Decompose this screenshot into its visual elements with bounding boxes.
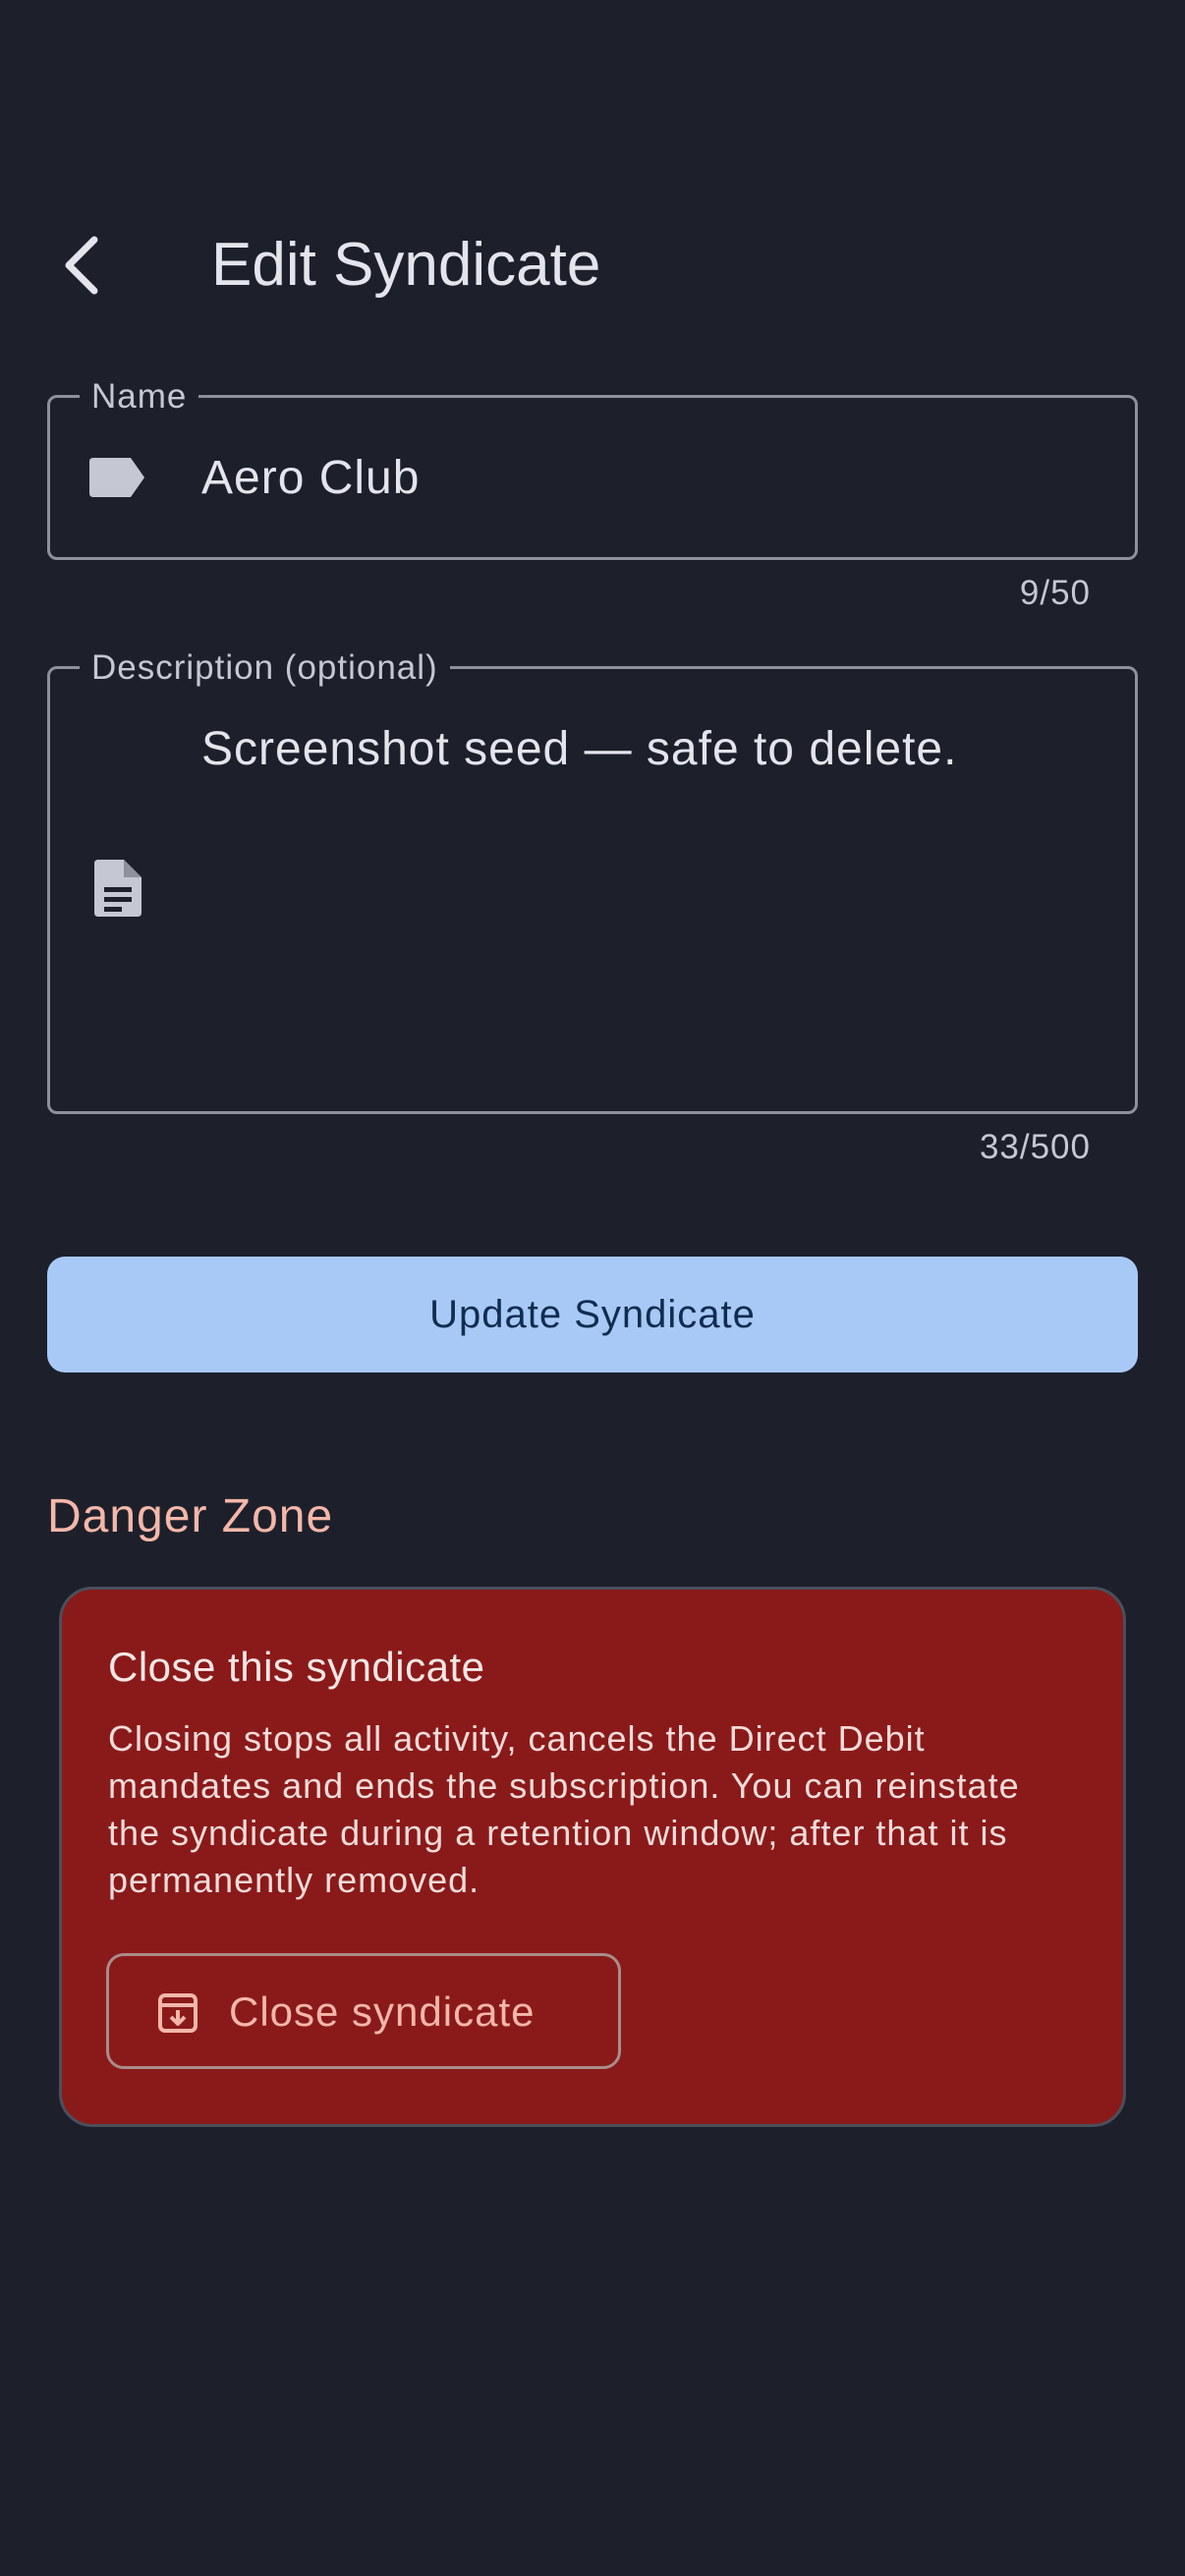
name-input[interactable] — [201, 449, 1105, 508]
update-syndicate-button[interactable]: Update Syndicate — [47, 1257, 1138, 1372]
danger-card-title: Close this syndicate — [108, 1644, 485, 1690]
archive-icon — [156, 1991, 199, 2035]
description-input[interactable]: Screenshot seed — safe to delete. — [201, 720, 1105, 779]
close-syndicate-button[interactable]: Close syndicate — [106, 1953, 621, 2069]
description-char-counter: 33/500 — [979, 1128, 1091, 1166]
arrow-back-icon — [65, 236, 98, 295]
edit-syndicate-screen: Edit Syndicate Name 9/50 Description (op… — [0, 0, 1185, 2576]
name-field[interactable]: Name — [47, 377, 1138, 560]
close-syndicate-label: Close syndicate — [229, 1988, 536, 2035]
description-field-label: Description (optional) — [80, 648, 450, 688]
document-icon — [84, 854, 152, 923]
label-tag-icon — [84, 443, 152, 512]
description-field[interactable]: Description (optional) Screenshot seed —… — [47, 648, 1138, 1114]
danger-card-description: Closing stops all activity, cancels the … — [108, 1718, 1020, 1900]
danger-zone-heading: Danger Zone — [47, 1490, 334, 1542]
danger-zone-card: Close this syndicate Closing stops all a… — [59, 1587, 1126, 2127]
name-char-counter: 9/50 — [1019, 574, 1091, 612]
page-title: Edit Syndicate — [211, 231, 601, 299]
back-button[interactable] — [39, 218, 126, 312]
name-field-label: Name — [80, 377, 199, 417]
